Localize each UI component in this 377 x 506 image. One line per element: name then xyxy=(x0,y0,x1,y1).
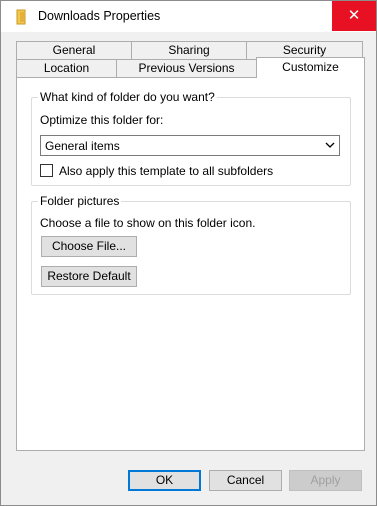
folder-kind-legend: What kind of folder do you want? xyxy=(38,90,217,104)
chevron-down-icon xyxy=(325,142,335,148)
window-title: Downloads Properties xyxy=(38,9,161,23)
optimize-dropdown[interactable]: General items xyxy=(40,135,340,156)
tab-previous-versions[interactable]: Previous Versions xyxy=(116,59,257,77)
tab-label: Location xyxy=(43,61,90,75)
tab-label: Security xyxy=(282,43,327,57)
cancel-button[interactable]: Cancel xyxy=(209,470,282,491)
apply-label: Apply xyxy=(310,473,341,487)
apply-button[interactable]: Apply xyxy=(289,470,362,491)
apply-subfolders-checkbox[interactable] xyxy=(40,164,53,177)
tab-label: Sharing xyxy=(168,43,210,57)
cancel-label: Cancel xyxy=(226,473,265,487)
choose-file-label: Choose File... xyxy=(51,239,127,253)
folder-kind-group: What kind of folder do you want? Optimiz… xyxy=(31,90,351,186)
restore-default-button[interactable]: Restore Default xyxy=(41,266,137,287)
choose-file-button[interactable]: Choose File... xyxy=(41,236,137,257)
tab-label: Customize xyxy=(282,60,339,74)
optimize-label: Optimize this folder for: xyxy=(40,113,164,127)
apply-subfolders-label: Also apply this template to all subfolde… xyxy=(59,164,274,178)
ok-label: OK xyxy=(155,473,174,487)
folder-icon xyxy=(16,9,26,25)
title-bar[interactable]: Downloads Properties ✕ xyxy=(1,1,376,32)
folder-pictures-legend: Folder pictures xyxy=(38,194,122,208)
folder-pictures-group: Folder pictures Choose a file to show on… xyxy=(31,194,351,295)
restore-default-label: Restore Default xyxy=(47,269,131,283)
tab-label: General xyxy=(52,43,96,57)
close-icon: ✕ xyxy=(347,7,361,24)
tab-location[interactable]: Location xyxy=(16,59,117,77)
close-button[interactable]: ✕ xyxy=(332,1,376,31)
properties-dialog: Downloads Properties ✕ General Sharing S… xyxy=(0,0,377,506)
ok-button[interactable]: OK xyxy=(128,470,201,491)
tab-label: Previous Versions xyxy=(138,61,235,75)
tab-general[interactable]: General xyxy=(16,41,132,59)
tab-sharing[interactable]: Sharing xyxy=(131,41,247,59)
customize-panel: What kind of folder do you want? Optimiz… xyxy=(16,77,365,451)
folder-pictures-description: Choose a file to show on this folder ico… xyxy=(40,216,256,230)
optimize-value: General items xyxy=(45,139,120,153)
tab-customize[interactable]: Customize xyxy=(256,57,365,78)
